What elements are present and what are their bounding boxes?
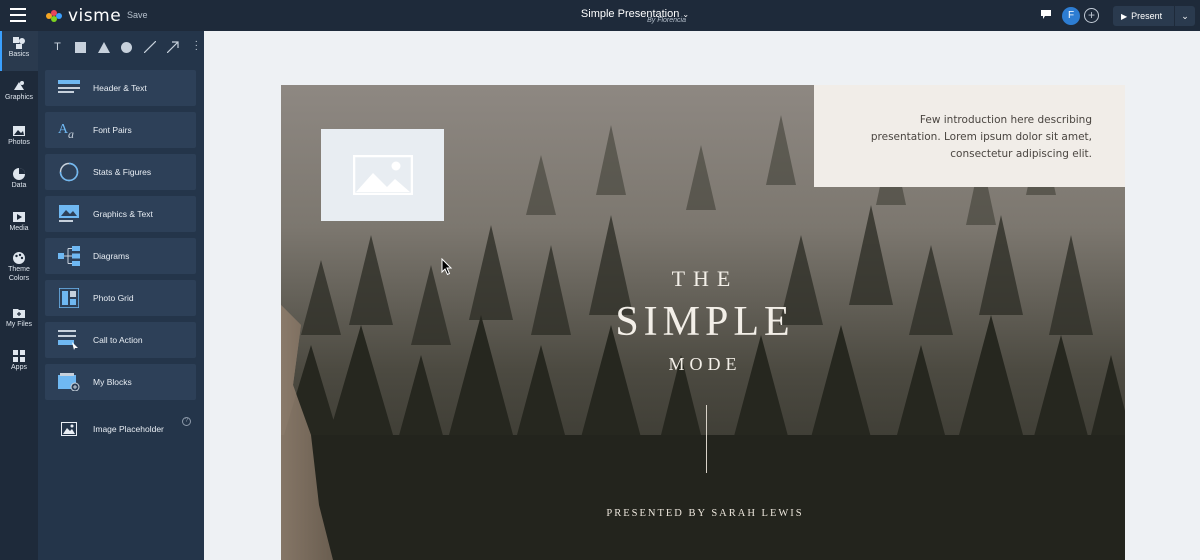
rail-item-data[interactable]: Data [0,168,38,190]
media-icon [13,212,25,222]
triangle-tool[interactable] [92,36,115,58]
rail-label: Basics [8,51,30,58]
slide-image-placeholder[interactable] [321,129,444,221]
vertical-divider[interactable] [706,405,707,473]
rail-item-my-files[interactable]: My Files [0,307,38,329]
block-label: Photo Grid [93,293,134,303]
add-collaborator-button[interactable]: + [1084,8,1099,23]
document-author: By Florencia [647,17,686,24]
graphics-icon [14,81,24,90]
my-blocks-icon [58,373,80,391]
menu-icon[interactable] [10,8,26,22]
square-icon [75,41,86,53]
circle-tool[interactable] [115,36,138,58]
block-call-to-action[interactable]: Call to Action [45,322,196,358]
block-my-blocks[interactable]: My Blocks [45,364,196,400]
presenter-credit[interactable]: PRESENTED BY SARAH LEWIS [540,508,870,519]
basics-icon [13,37,25,49]
font-pairs-icon: Aa [58,122,74,139]
visme-logo-icon [46,10,62,22]
visme-logo[interactable]: visme [46,6,121,26]
chevron-down-icon: ⌄ [1181,11,1189,21]
block-stats-figures[interactable]: Stats & Figures [45,154,196,190]
left-icon-rail [0,31,38,560]
square-tool[interactable] [69,36,92,58]
block-graphics-text[interactable]: Graphics & Text [45,196,196,232]
files-icon [13,309,25,318]
block-label: Call to Action [93,335,143,345]
mouse-cursor-icon [441,258,453,276]
rail-label: Theme [8,266,30,273]
intro-line: consectetur adipiscing elit. [950,148,1092,160]
rail-item-photos[interactable]: Photos [0,125,38,147]
rail-item-media[interactable]: Media [0,211,38,233]
block-label: Diagrams [93,251,130,261]
rail-item-graphics[interactable]: Graphics [0,80,38,102]
block-label: Header & Text [93,83,147,93]
svg-text:a: a [68,127,74,139]
data-icon [13,168,25,180]
line-tool[interactable] [138,36,161,58]
present-button[interactable]: ▶ Present [1113,6,1174,26]
stats-icon [59,162,79,182]
rail-label-line2: Colors [8,275,30,282]
app-name: visme [68,6,122,26]
arrow-icon [166,41,179,53]
slide-title-the[interactable]: THE [600,266,810,292]
play-icon: ▶ [1121,12,1128,21]
block-photo-grid[interactable]: Photo Grid [45,280,196,316]
call-to-action-icon [58,330,78,350]
triangle-icon [97,41,110,53]
apps-icon [13,350,25,362]
text-tool[interactable]: T [46,36,69,58]
circle-icon [121,41,132,53]
rail-label: Media [9,225,29,232]
help-icon[interactable]: ? [182,417,191,426]
image-icon [352,155,413,195]
present-options-button[interactable]: ⌄ [1175,6,1195,26]
photos-icon [13,126,25,136]
header-text-icon [58,80,80,93]
rail-label: Data [11,182,27,189]
image-placeholder-label: Image Placeholder [93,424,164,434]
photo-grid-icon [59,288,79,308]
rail-item-basics[interactable]: Basics [0,31,38,71]
slide-title-simple[interactable]: SIMPLE [560,298,850,346]
block-header-text[interactable]: Header & Text [45,70,196,106]
slide-title-mode[interactable]: MODE [600,354,810,375]
intro-line: Few introduction here describing [919,114,1092,126]
block-list: Header & Text Aa Font Pairs Stats & Figu… [45,70,196,406]
line-icon [143,41,156,53]
shape-toolbar: T · · · [46,35,202,59]
user-avatar[interactable]: F [1062,7,1080,25]
block-font-pairs[interactable]: Aa Font Pairs [45,112,196,148]
rail-item-theme-colors[interactable]: Theme Colors [0,252,38,283]
block-label: Graphics & Text [93,209,153,219]
block-label: Font Pairs [93,125,132,135]
rail-label: Apps [11,364,27,371]
comment-icon[interactable] [1041,10,1051,19]
rail-label: Graphics [4,94,33,101]
block-label: My Blocks [93,377,132,387]
image-placeholder-tool[interactable]: Image Placeholder [45,409,196,449]
save-link[interactable]: Save [127,10,148,20]
block-label: Stats & Figures [93,167,152,177]
arrow-tool[interactable] [161,36,184,58]
text-tool-icon: T [54,41,61,53]
top-bar: visme Save Simple Presentation ⌄ By Flore… [0,0,1200,31]
rail-label: My Files [5,321,33,328]
block-diagrams[interactable]: Diagrams [45,238,196,274]
intro-line: presentation. Lorem ipsum dolor sit amet… [870,131,1092,143]
more-vertical-icon[interactable]: · · · [195,37,198,55]
diagram-icon [58,246,80,266]
rail-label: Photos [8,139,30,146]
intro-text[interactable]: Few introduction here describing present… [870,112,1092,163]
rail-item-apps[interactable]: Apps [0,350,38,372]
palette-icon [13,252,25,264]
graphics-text-icon [59,205,79,222]
present-label: Present [1131,11,1163,21]
image-placeholder-icon [61,422,77,436]
